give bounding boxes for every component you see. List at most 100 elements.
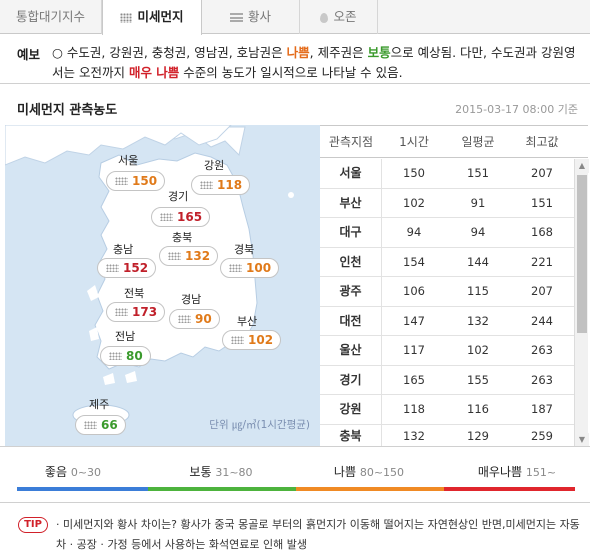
- region-value-chungbuk[interactable]: 132: [159, 246, 219, 266]
- table-row: 충북 132 129 259: [320, 424, 574, 447]
- header-max: 최고값: [525, 135, 559, 149]
- forecast-part: , 제주권은: [309, 45, 368, 60]
- legend-bar-bad: [296, 487, 444, 491]
- legend-bar-good: [17, 487, 148, 491]
- table-row: 광주 106 115 207: [320, 277, 574, 307]
- tip-badge: TIP: [18, 517, 48, 533]
- value-max: 244: [531, 313, 553, 328]
- value-max: 259: [531, 428, 553, 443]
- value-max: 187: [531, 402, 553, 416]
- header-1hour: 1시간: [399, 135, 429, 149]
- scroll-up-icon[interactable]: ▲: [575, 159, 589, 173]
- dots-icon: [168, 252, 181, 260]
- region-value-text: 80: [126, 349, 143, 363]
- tab-label: 통합대기지수: [15, 9, 85, 24]
- table-row: 인천 154 144 221: [320, 247, 574, 277]
- dots-icon: [200, 181, 213, 189]
- observation-table: 관측지점 1시간 일평균 최고값 서울 150 151 207 부산 102 91 151 …: [320, 125, 589, 447]
- value-max: 168: [531, 225, 553, 239]
- legend-label: 보통: [189, 465, 212, 479]
- tab-yellow-dust[interactable]: 황사: [202, 0, 300, 34]
- region-label-gyeonggi: 경기: [168, 190, 189, 203]
- region-value-text: 102: [248, 333, 274, 347]
- station-name: 대전: [320, 306, 382, 336]
- station-name: 서울: [320, 159, 382, 188]
- tab-ozone[interactable]: 오존: [300, 0, 378, 34]
- region-value-jeju[interactable]: 66: [75, 415, 126, 435]
- header-daily-avg: 일평균: [461, 135, 495, 149]
- region-value-text: 66: [101, 418, 118, 432]
- region-value-gyeongnam[interactable]: 90: [169, 309, 220, 329]
- unit-note: 단위 ㎍/㎥(1시간평균): [209, 419, 310, 431]
- region-label-jeju: 제주: [89, 398, 110, 411]
- value-daily-avg: 115: [467, 284, 489, 298]
- legend-range: 0~30: [70, 466, 102, 479]
- value-max: 207: [531, 284, 553, 298]
- value-1hour: 154: [403, 254, 425, 269]
- region-value-chungnam[interactable]: 152: [97, 258, 157, 278]
- station-name: 울산: [320, 336, 382, 365]
- value-1hour: 102: [403, 195, 425, 210]
- value-1hour: 165: [403, 372, 425, 387]
- dots-icon: [109, 352, 122, 360]
- section-title: 미세먼지 관측농도: [17, 103, 118, 118]
- tab-fine-dust[interactable]: 미세먼지: [102, 0, 202, 35]
- region-label-gangwon: 강원: [204, 159, 225, 172]
- table-row: 서울 150 151 207: [320, 159, 574, 189]
- value-max: 207: [531, 166, 553, 180]
- dots-icon: [84, 421, 97, 429]
- forecast-grade-bad: 나쁨: [286, 45, 310, 60]
- tab-integrated-index[interactable]: 통합대기지수: [0, 0, 102, 34]
- region-value-jeonbuk[interactable]: 173: [106, 302, 166, 322]
- drop-icon: [320, 12, 329, 23]
- station-name: 부산: [320, 188, 382, 218]
- dots-icon: [115, 177, 128, 185]
- region-label-chungbuk: 충북: [172, 231, 193, 244]
- table-scrollbar[interactable]: ▲ ▼: [574, 159, 589, 447]
- region-label-seoul: 서울: [118, 154, 139, 167]
- region-value-jeonnam[interactable]: 80: [100, 346, 151, 366]
- region-value-gangwon[interactable]: 118: [191, 175, 251, 195]
- region-value-gyeonggi[interactable]: 165: [151, 207, 211, 227]
- scroll-thumb[interactable]: [577, 175, 587, 333]
- legend-bar-normal: [148, 487, 296, 491]
- legend-range: 80~150: [359, 466, 405, 479]
- forecast-part: ○ 수도권, 강원권, 충청권, 영남권, 호남권은: [52, 45, 287, 60]
- legend-normal: 보통 31~80: [148, 463, 294, 480]
- value-1hour: 118: [403, 402, 425, 416]
- value-daily-avg: 102: [467, 343, 489, 357]
- region-value-gyeongbuk[interactable]: 100: [220, 258, 280, 278]
- tab-label: 미세먼지: [137, 9, 184, 24]
- legend-bar-very-bad: [444, 487, 575, 491]
- value-1hour: 94: [406, 225, 422, 239]
- station-name: 광주: [320, 277, 382, 306]
- region-label-jeonnam: 전남: [115, 330, 136, 343]
- table-row: 부산 102 91 151: [320, 188, 574, 218]
- legend-label: 매우나쁨: [477, 465, 523, 479]
- korea-map: 서울 150 강원 118 경기 165 충북 132 충남 152 경북 10…: [5, 125, 320, 446]
- value-daily-avg: 91: [470, 195, 486, 210]
- lines-icon: [229, 13, 243, 22]
- region-value-busan[interactable]: 102: [222, 330, 282, 350]
- region-value-text: 173: [132, 305, 158, 319]
- tip-box: TIP · 미세먼지와 황사 차이는? 황사가 중국 몽골로 부터의 흙먼지가 …: [0, 502, 590, 551]
- value-daily-avg: 129: [467, 428, 489, 443]
- table-header: 관측지점 1시간 일평균 최고값: [320, 126, 588, 158]
- value-1hour: 132: [403, 428, 425, 443]
- table-row: 대전 147 132 244: [320, 306, 574, 336]
- forecast-part: 수준의 농도가 일시적으로 나타날 수 있음.: [179, 65, 403, 80]
- dots-icon: [115, 308, 128, 316]
- region-label-jeonbuk: 전북: [124, 287, 145, 300]
- value-1hour: 147: [403, 313, 425, 328]
- region-label-gyeongnam: 경남: [181, 293, 202, 306]
- region-label-chungnam: 충남: [113, 243, 134, 256]
- scroll-down-icon[interactable]: ▼: [575, 433, 589, 447]
- forecast-grade-normal: 보통: [367, 45, 391, 60]
- value-daily-avg: 94: [470, 225, 486, 239]
- tab-label: 오존: [333, 9, 357, 24]
- table-row: 대구 94 94 168: [320, 218, 574, 248]
- value-1hour: 150: [403, 166, 425, 180]
- korea-map-shape: [5, 125, 294, 426]
- forecast-label: 예보: [17, 47, 41, 62]
- region-value-seoul[interactable]: 150: [106, 171, 166, 191]
